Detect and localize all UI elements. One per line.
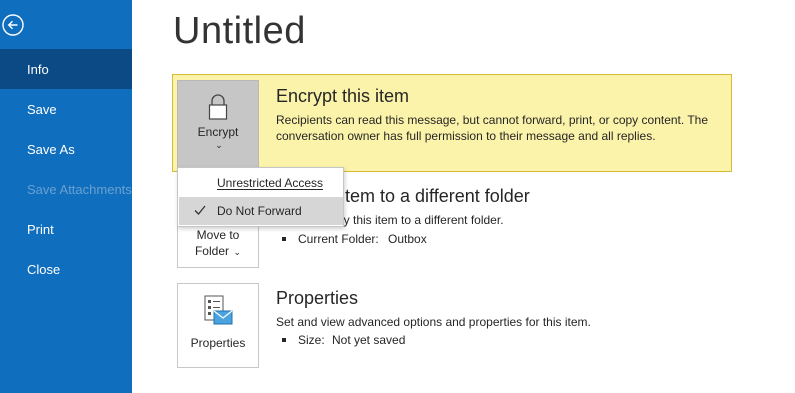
encrypt-title: Encrypt this item — [276, 86, 410, 106]
bullet — [282, 237, 286, 241]
current-folder-label: Current Folder: — [298, 232, 379, 246]
nav-item-save-attachments: Save Attachments — [0, 169, 132, 209]
nav-item-label: Print — [27, 221, 54, 237]
move-button-line1: Move to — [196, 228, 240, 242]
nav-item-label: Save Attachments — [27, 181, 132, 197]
nav-item-save[interactable]: Save — [0, 89, 132, 129]
current-folder-row: Current Folder: Outbox — [282, 232, 427, 246]
current-folder-value: Outbox — [388, 232, 427, 246]
backstage-sidebar: Info Save Save As Save Attachments Print… — [0, 0, 132, 393]
properties-description: Set and view advanced options and proper… — [276, 315, 591, 329]
nav-item-label: Close — [27, 261, 61, 277]
bullet — [282, 338, 286, 342]
size-label: Size: — [298, 333, 325, 347]
menu-item-unrestricted-access[interactable]: Unrestricted Access — [179, 169, 343, 197]
encrypt-description: Recipients can read this message, but ca… — [276, 113, 709, 143]
encrypt-dropdown-menu: Unrestricted Access Do Not Forward — [177, 167, 344, 227]
nav-item-print[interactable]: Print — [0, 209, 132, 249]
nav-item-close[interactable]: Close — [0, 249, 132, 289]
lock-icon — [208, 94, 228, 120]
encrypt-button-label: Encrypt — [197, 125, 239, 139]
size-row: Size: Not yet saved — [282, 333, 405, 347]
move-title: item to a different folder — [341, 186, 530, 206]
properties-button[interactable]: Properties — [177, 283, 259, 368]
nav-item-save-as[interactable]: Save As — [0, 129, 132, 169]
nav-item-label: Save As — [27, 141, 75, 157]
properties-title: Properties — [276, 288, 359, 308]
move-button-line2: Folder — [194, 244, 229, 258]
size-value: Not yet saved — [332, 333, 406, 347]
nav-item-label: Info — [27, 61, 49, 77]
nav-item-info[interactable]: Info — [0, 49, 132, 89]
properties-icon — [204, 295, 233, 325]
move-description: ly this item to a different folder. — [341, 213, 504, 227]
properties-button-label: Properties — [190, 336, 246, 350]
checkmark-icon — [194, 205, 206, 215]
menu-item-label: Unrestricted Access — [217, 176, 324, 190]
chevron-down-icon: ⌄ — [230, 247, 242, 257]
back-button[interactable] — [0, 10, 26, 40]
chevron-down-icon: ⌄ — [215, 140, 223, 150]
menu-item-do-not-forward[interactable]: Do Not Forward — [179, 197, 343, 225]
back-arrow-icon — [2, 14, 24, 36]
encrypt-button[interactable]: Encrypt ⌄ — [177, 80, 259, 168]
nav-item-label: Save — [27, 101, 57, 117]
page-title: Untitled — [173, 10, 306, 52]
menu-item-label: Do Not Forward — [217, 204, 302, 218]
